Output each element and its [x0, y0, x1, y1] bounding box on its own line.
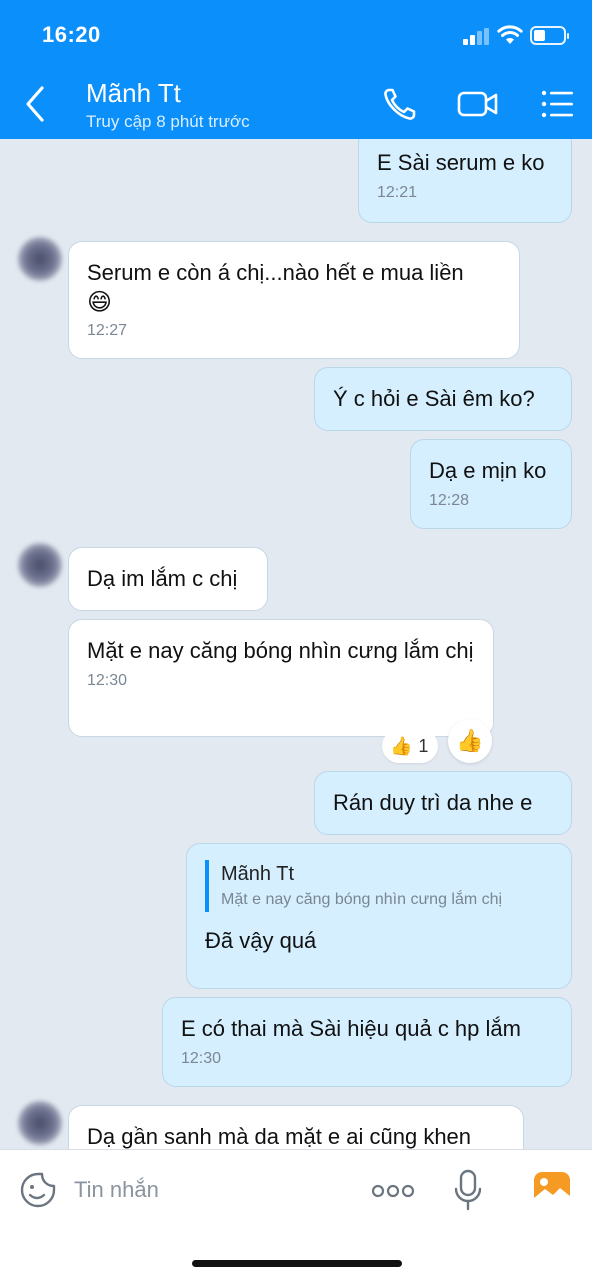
message-bubble-incoming[interactable]: Serum e còn á chị...nào hết e mua liền 😄… — [68, 241, 520, 359]
react-button[interactable]: 👍 — [448, 719, 492, 763]
message-bubble-incoming[interactable]: Mặt e nay căng bóng nhìn cưng lắm chị 12… — [68, 619, 494, 737]
contact-name[interactable]: Mãnh Tt — [86, 78, 181, 109]
cellular-signal-icon — [463, 28, 491, 45]
message-text: Dạ e mịn ko — [429, 458, 547, 483]
message-input[interactable] — [74, 1172, 344, 1208]
phone-icon[interactable] — [380, 84, 420, 124]
contact-avatar[interactable] — [18, 237, 62, 281]
battery-icon — [530, 26, 569, 45]
thumbs-up-icon: 👍 — [390, 735, 413, 756]
message-text: Ý c hỏi e Sài êm ko? — [333, 386, 535, 411]
contact-avatar[interactable] — [18, 1101, 62, 1145]
message-time: 12:28 — [429, 492, 470, 509]
quoted-sender-name: Mãnh Tt — [221, 863, 294, 885]
message-text: E có thai mà Sài hiệu quả c hp lắm — [181, 1016, 521, 1041]
message-text: Mặt e nay căng bóng nhìn cưng lắm chị — [87, 638, 474, 663]
message-bubble-outgoing-reply[interactable]: Mãnh Tt Mặt e nay căng bóng nhìn cưng lắ… — [186, 843, 572, 989]
sticker-icon[interactable] — [18, 1170, 58, 1210]
microphone-icon[interactable] — [452, 1168, 484, 1212]
message-list[interactable]: E Sài serum e ko 12:21 Serum e còn á chị… — [0, 139, 592, 1149]
message-text: E Sài serum e ko — [377, 150, 545, 175]
contact-avatar[interactable] — [18, 543, 62, 587]
message-bubble-incoming[interactable]: Dạ im lắm c chị — [68, 547, 268, 611]
message-time: 12:30 — [87, 672, 128, 689]
contact-last-seen: Truy cập 8 phút trước — [86, 112, 250, 131]
message-bubble-outgoing[interactable]: Ý c hỏi e Sài êm ko? — [314, 367, 572, 431]
message-text: Dạ im lắm c chị — [87, 566, 238, 591]
message-bubble-outgoing[interactable]: Dạ e mịn ko 12:28 — [410, 439, 572, 529]
message-bubble-outgoing[interactable]: Rán duy trì da nhe e — [314, 771, 572, 835]
message-text: Rán duy trì da nhe e — [333, 790, 533, 815]
message-text: Đã vậy quá — [205, 928, 317, 953]
message-bubble-outgoing[interactable]: E Sài serum e ko 12:21 — [358, 139, 572, 223]
quoted-message[interactable]: Mãnh Tt Mặt e nay căng bóng nhìn cưng lắ… — [205, 860, 553, 912]
message-bubble-outgoing[interactable]: E có thai mà Sài hiệu quả c hp lắm 12:30 — [162, 997, 572, 1087]
message-time: 12:30 — [181, 1050, 222, 1067]
status-time: 16:20 — [42, 22, 101, 47]
message-emoji: 😄 — [87, 289, 113, 316]
message-time: 12:21 — [377, 184, 418, 201]
message-time: 12:27 — [87, 322, 128, 339]
more-options-icon[interactable] — [370, 1182, 416, 1200]
video-call-icon[interactable] — [456, 84, 500, 124]
image-icon[interactable] — [532, 1170, 572, 1208]
message-input-bar — [0, 1149, 592, 1280]
reaction-summary[interactable]: 👍 1 — [382, 729, 439, 763]
chat-header: 16:20 Mãnh Tt Truy cập 8 phút trước — [0, 0, 592, 139]
home-indicator — [192, 1260, 402, 1267]
message-bubble-incoming[interactable]: Dạ gần sanh mà da mặt e ai cũng khen — [68, 1105, 524, 1149]
wifi-icon — [497, 25, 523, 44]
quoted-text: Mặt e nay căng bóng nhìn cưng lắm chị — [221, 891, 503, 908]
thumbs-up-icon: 👍 — [456, 728, 484, 753]
message-text: Dạ gần sanh mà da mặt e ai cũng khen — [87, 1124, 472, 1149]
reaction-count: 1 — [418, 735, 429, 756]
menu-list-icon[interactable] — [538, 84, 578, 124]
back-arrow-icon[interactable] — [18, 82, 54, 126]
message-text: Serum e còn á chị...nào hết e mua liền — [87, 260, 464, 285]
